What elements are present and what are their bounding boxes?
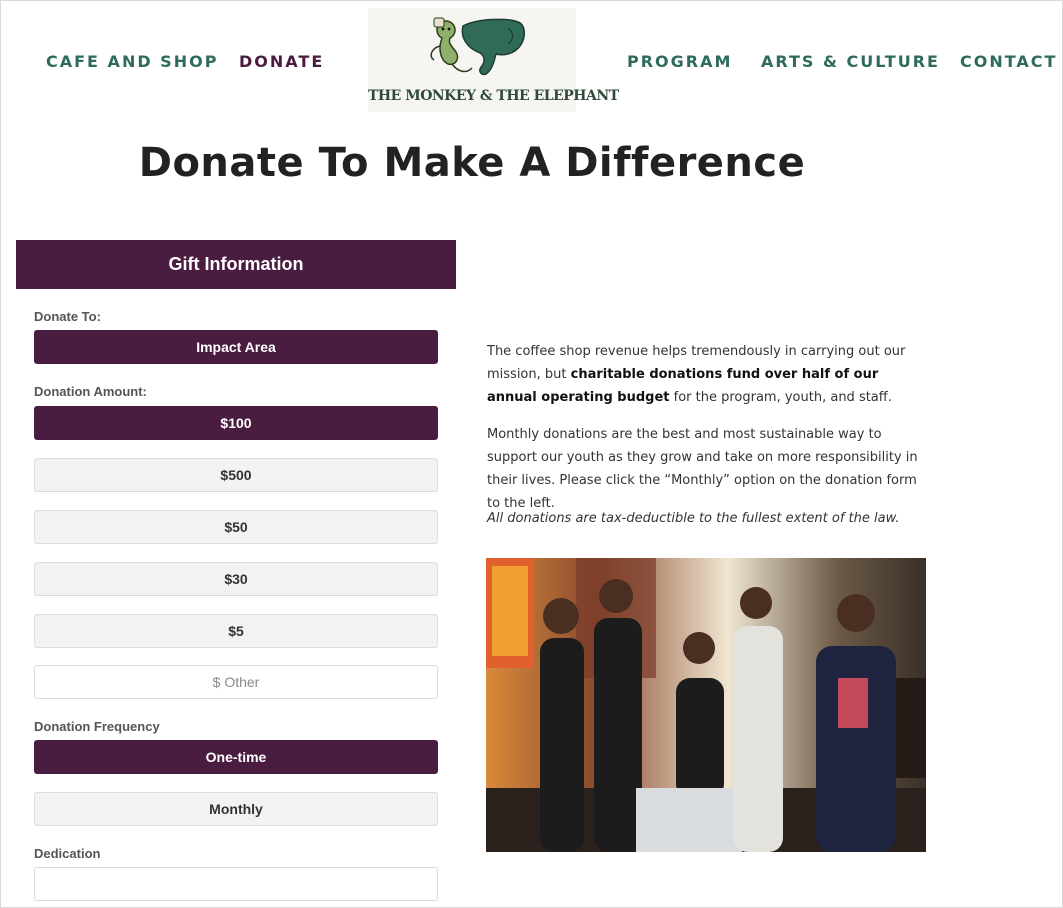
nav-cafe-and-shop[interactable]: CAFE AND SHOP	[46, 52, 218, 71]
logo[interactable]: THE MONKEY & THE ELEPHANT	[368, 8, 619, 112]
nav-contact[interactable]: CONTACT	[960, 52, 1057, 71]
tax-note: All donations are tax-deductible to the …	[487, 507, 927, 530]
monthly-paragraph: Monthly donations are the best and most …	[487, 427, 918, 511]
logo-text: THE MONKEY & THE ELEPHANT	[368, 88, 619, 104]
amount-option-500[interactable]: $500	[34, 458, 438, 492]
dedication-input[interactable]	[35, 868, 437, 900]
dedication-label: Dedication	[34, 846, 101, 861]
monkey-elephant-logo-icon	[430, 17, 525, 76]
nav-arts-and-culture[interactable]: ARTS & CULTURE	[761, 52, 940, 71]
frequency-one-time[interactable]: One-time	[34, 740, 438, 774]
group-photo-illustration	[486, 558, 926, 852]
intro-text-end: for the program, youth, and staff.	[669, 390, 892, 405]
intro-paragraph: The coffee shop revenue helps tremendous…	[487, 340, 927, 409]
other-amount-input[interactable]	[35, 666, 437, 698]
youth-group-photo	[486, 558, 926, 852]
amount-option-30[interactable]: $30	[34, 562, 438, 596]
page-title: Donate To Make A Difference	[138, 140, 806, 186]
donate-to-label: Donate To:	[34, 309, 101, 324]
amount-option-100[interactable]: $100	[34, 406, 438, 440]
frequency-monthly[interactable]: Monthly	[34, 792, 438, 826]
amount-option-5[interactable]: $5	[34, 614, 438, 648]
amount-option-50[interactable]: $50	[34, 510, 438, 544]
nav-program[interactable]: PROGRAM	[627, 52, 732, 71]
impact-area-option[interactable]: Impact Area	[34, 330, 438, 364]
other-amount-field[interactable]	[34, 665, 438, 699]
dedication-field[interactable]	[34, 867, 438, 901]
gift-information-header: Gift Information	[16, 240, 456, 289]
nav-donate[interactable]: DONATE	[239, 52, 324, 71]
tax-note-text: All donations are tax-deductible to the …	[487, 511, 900, 526]
donation-amount-label: Donation Amount:	[34, 384, 147, 399]
donation-frequency-label: Donation Frequency	[34, 719, 160, 734]
